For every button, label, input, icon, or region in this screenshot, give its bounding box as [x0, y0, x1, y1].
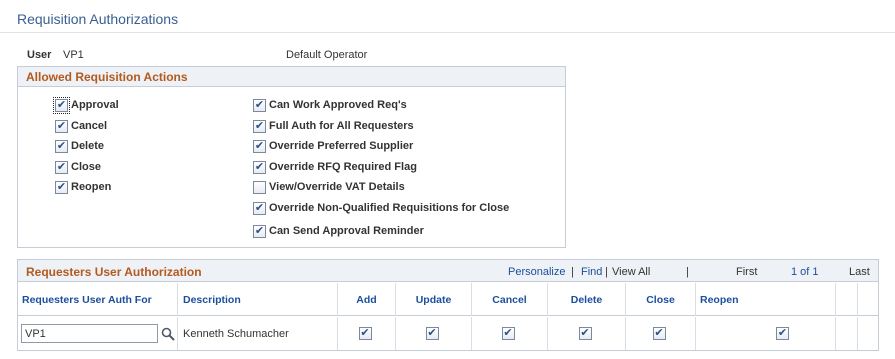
column-header-reopen[interactable]: Reopen — [696, 283, 836, 316]
override-preferred-supplier-label: Override Preferred Supplier — [269, 140, 414, 152]
table-row: Kenneth Schumacher ✔ ✔ ✔ ✔ ✔ ✔ — [18, 317, 878, 350]
close-cell: ✔ — [626, 317, 696, 350]
can-work-approved-checkbox[interactable]: ✔ — [253, 98, 266, 112]
find-link[interactable]: Find — [581, 266, 602, 278]
allowed-actions-box: Allowed Requisition Actions ✔ Approval ✔… — [17, 66, 566, 248]
full-auth-checkbox[interactable]: ✔ — [253, 119, 266, 133]
approval-checkbox[interactable]: ✔ — [53, 96, 70, 114]
reopen-label: Reopen — [71, 181, 112, 193]
vat-details-label: View/Override VAT Details — [269, 181, 405, 193]
full-auth-label: Full Auth for All Requesters — [269, 120, 414, 132]
personalize-link[interactable]: Personalize — [508, 266, 565, 278]
override-rfq-label: Override RFQ Required Flag — [269, 161, 417, 173]
override-preferred-supplier-item[interactable]: ✔ Override Preferred Supplier — [253, 138, 413, 154]
page-info: 1 of 1 — [791, 266, 819, 278]
override-rfq-item[interactable]: ✔ Override RFQ Required Flag — [253, 159, 417, 175]
column-header-spacer — [836, 283, 858, 316]
approval-reminder-item[interactable]: ✔ Can Send Approval Reminder — [253, 223, 424, 239]
column-header-spacer — [858, 283, 878, 316]
vat-details-item[interactable]: View/Override VAT Details — [253, 179, 405, 195]
can-work-approved-label: Can Work Approved Req's — [269, 99, 407, 111]
approval-reminder-checkbox[interactable]: ✔ — [253, 224, 266, 238]
delete-checkbox[interactable]: ✔ — [55, 139, 68, 153]
title-divider — [0, 32, 895, 33]
column-header-delete[interactable]: Delete — [548, 283, 626, 316]
cancel-row-checkbox[interactable]: ✔ — [501, 327, 515, 340]
approval-label: Approval — [71, 99, 119, 111]
view-all-link[interactable]: View All — [612, 266, 650, 278]
delete-label: Delete — [71, 140, 105, 152]
reopen-checkbox[interactable]: ✔ — [55, 180, 68, 194]
grid-column-headers: Requesters User Auth For Description Add… — [18, 283, 878, 316]
cancel-checkbox[interactable]: ✔ — [55, 119, 68, 133]
add-cell: ✔ — [338, 317, 396, 350]
override-rfq-checkbox[interactable]: ✔ — [253, 160, 266, 174]
approval-item[interactable]: ✔ Approval — [53, 96, 119, 114]
delete-row-checkbox[interactable]: ✔ — [578, 327, 592, 340]
update-checkbox[interactable]: ✔ — [425, 327, 439, 340]
operator-description: Default Operator — [286, 49, 368, 61]
grid-header-bar: Requesters User Authorization Personaliz… — [18, 260, 878, 282]
reopen-row-checkbox[interactable]: ✔ — [776, 327, 789, 340]
delete-cell: ✔ — [548, 317, 626, 350]
cancel-cell: ✔ — [472, 317, 548, 350]
grid-title: Requesters User Authorization — [26, 265, 202, 279]
column-header-update[interactable]: Update — [396, 283, 472, 316]
auth-for-input[interactable] — [21, 324, 158, 343]
user-label: User — [27, 49, 52, 61]
override-non-qualified-item[interactable]: ✔ Override Non-Qualified Requisitions fo… — [253, 200, 509, 216]
column-header-cancel[interactable]: Cancel — [472, 283, 548, 316]
requesters-grid: Requesters User Authorization Personaliz… — [17, 259, 879, 351]
close-checkbox[interactable]: ✔ — [55, 160, 68, 174]
close-item[interactable]: ✔ Close — [55, 159, 101, 175]
close-label: Close — [71, 161, 101, 173]
approval-reminder-label: Can Send Approval Reminder — [269, 225, 424, 237]
cancel-label: Cancel — [71, 120, 108, 132]
can-work-approved-item[interactable]: ✔ Can Work Approved Req's — [253, 97, 407, 113]
full-auth-item[interactable]: ✔ Full Auth for All Requesters — [253, 118, 414, 134]
column-header-close[interactable]: Close — [626, 283, 696, 316]
cancel-item[interactable]: ✔ Cancel — [55, 118, 107, 134]
column-header-description[interactable]: Description — [178, 283, 338, 316]
column-header-add[interactable]: Add — [338, 283, 396, 316]
last-link[interactable]: Last — [849, 266, 870, 278]
column-header-auth-for[interactable]: Requesters User Auth For — [18, 283, 178, 316]
user-value: VP1 — [63, 49, 84, 61]
override-preferred-supplier-checkbox[interactable]: ✔ — [253, 139, 266, 153]
update-cell: ✔ — [396, 317, 472, 350]
nav-separator: | — [571, 266, 574, 278]
reopen-item[interactable]: ✔ Reopen — [55, 179, 111, 195]
nav-separator: | — [686, 266, 689, 278]
page-title: Requisition Authorizations — [17, 11, 179, 27]
override-non-qualified-checkbox[interactable]: ✔ — [253, 201, 266, 215]
allowed-actions-header: Allowed Requisition Actions — [18, 67, 565, 87]
first-link[interactable]: First — [736, 266, 757, 278]
reopen-cell: ✔ — [696, 317, 836, 350]
lookup-icon[interactable] — [161, 327, 175, 341]
description-cell: Kenneth Schumacher — [178, 317, 338, 350]
auth-for-cell — [18, 317, 178, 350]
delete-item[interactable]: ✔ Delete — [55, 138, 104, 154]
nav-separator: | — [605, 266, 608, 278]
add-checkbox[interactable]: ✔ — [358, 327, 372, 340]
override-non-qualified-label: Override Non-Qualified Requisitions for … — [269, 202, 510, 214]
vat-details-checkbox[interactable] — [253, 180, 266, 194]
close-row-checkbox[interactable]: ✔ — [652, 327, 666, 340]
row-spacer-cell — [836, 317, 858, 350]
